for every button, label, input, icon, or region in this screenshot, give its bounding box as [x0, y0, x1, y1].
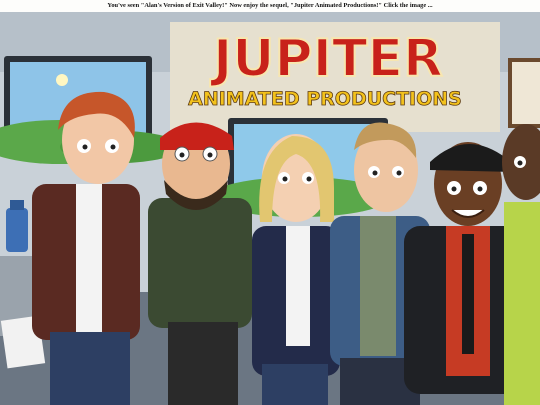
jupiter-poster-image-link[interactable]: JUPITER ANIMATED PRODUCTIONS — [0, 12, 540, 405]
promo-banner-text: You've seen "Alan's Version of Exit Vall… — [107, 2, 433, 9]
wall-frame-right — [508, 58, 540, 128]
poster-illustration: JUPITER ANIMATED PRODUCTIONS — [0, 12, 540, 405]
poster-title-subtitle: ANIMATED PRODUCTIONS — [188, 88, 462, 110]
poster-title-jupiter: JUPITER — [210, 29, 443, 89]
page: You've seen "Alan's Version of Exit Vall… — [0, 0, 540, 405]
character-blonde-navy-blazer — [252, 134, 340, 405]
character-right-edge — [502, 124, 540, 405]
